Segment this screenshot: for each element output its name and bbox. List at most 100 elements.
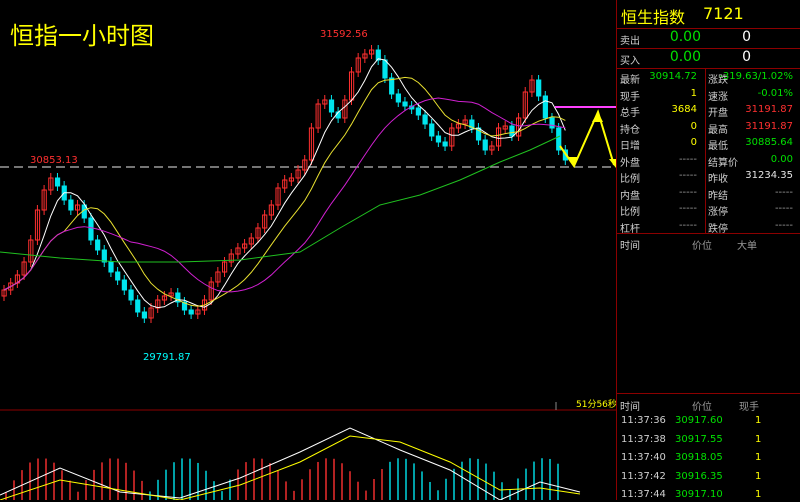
tick-price: 30917.55 <box>675 433 723 445</box>
stats-row: 最新 30914.72 涨跌 -319.63/1.02% <box>617 68 800 86</box>
chart-title: 恒指一小时图 <box>10 22 154 50</box>
stat-value: ----- <box>678 219 697 231</box>
sell-qty: 0 <box>742 29 751 45</box>
ma-line <box>3 97 566 293</box>
candle-body <box>101 249 107 263</box>
sell-label: 卖出 <box>620 36 640 47</box>
quote-panel: 恒生指数 7121 卖出 0.00 0 买入 0.00 0 最新 30914.72… <box>616 0 800 500</box>
candle-body <box>435 135 442 143</box>
sell-price: 0.00 <box>669 29 701 45</box>
candle-body <box>442 141 448 147</box>
candle-body <box>128 289 134 301</box>
candle-body <box>135 299 141 313</box>
candle-body <box>68 199 74 211</box>
tick-time-header: 时间 <box>620 402 640 413</box>
candle-body <box>141 311 148 319</box>
candle-body <box>415 107 422 116</box>
tick-row[interactable]: 11:37:42 30916.35 1 <box>617 469 800 484</box>
tick-vol: 1 <box>755 452 762 463</box>
candle-body <box>395 93 401 103</box>
candle-body <box>509 125 515 137</box>
tick-time: 11:37:36 <box>621 415 666 426</box>
candle-body <box>429 123 435 137</box>
sell-row[interactable]: 卖出 0.00 0 <box>617 28 800 48</box>
stat-value: 30885.64 <box>745 137 793 148</box>
big-order-price-header: 价位 <box>692 241 712 252</box>
macd-dea-line <box>0 435 581 500</box>
buy-label: 买入 <box>620 56 640 67</box>
candle-body <box>95 239 101 251</box>
stat-value: ----- <box>678 153 697 165</box>
stat-value: 30914.72 <box>649 71 697 82</box>
timer-label: 51分56秒 <box>576 398 616 410</box>
stat-value: ----- <box>774 203 793 214</box>
stat-value: 31191.87 <box>745 120 793 132</box>
stat-value: ----- <box>774 186 793 198</box>
low-label: 29791.87 <box>143 352 191 363</box>
tick-time: 11:37:44 <box>621 489 666 500</box>
stats-row: 外盘 ----- 结算价 0.00 <box>617 151 800 169</box>
buy-price: 0.00 <box>669 49 701 65</box>
stat-value: 1 <box>690 87 697 99</box>
tick-price: 30918.05 <box>675 452 723 463</box>
stat-value: 31191.87 <box>745 104 793 115</box>
stat-value: 0 <box>690 120 697 132</box>
stats-row: 杠杆 ----- 跌停 ----- <box>617 217 800 235</box>
candle-body <box>54 177 61 187</box>
stats-row: 比例 ----- 涨停 ----- <box>617 200 800 218</box>
stats-row: 现手 1 速涨 -0.01% <box>617 85 800 103</box>
instrument-code: 7121 <box>703 4 744 23</box>
tick-time: 11:37:38 <box>621 433 666 445</box>
stat-value: 3684 <box>671 104 697 115</box>
stat-value: 31234.35 <box>745 170 793 181</box>
stats-row: 内盘 ----- 昨结 ----- <box>617 184 800 202</box>
candle-body <box>482 139 488 151</box>
candlestick-chart[interactable]: 恒指一小时图 31592.56 29791.87 30853.13 51分56秒 <box>0 0 616 500</box>
buy-row[interactable]: 买入 0.00 0 <box>617 48 800 68</box>
stat-value: -319.63/1.02% <box>719 71 793 82</box>
tick-vol: 1 <box>755 489 762 500</box>
tick-vol: 1 <box>755 433 762 445</box>
tick-price-header: 价位 <box>692 402 712 413</box>
tick-time: 11:37:42 <box>621 470 666 482</box>
stat-value: 0.00 <box>770 153 793 165</box>
stats-row: 持仓 0 最高 31191.87 <box>617 118 800 136</box>
candle-body <box>188 309 194 315</box>
candle-body <box>549 117 555 129</box>
high-label: 31592.56 <box>320 29 368 40</box>
stat-value: ----- <box>678 186 697 198</box>
instrument-title: 恒生指数 7121 <box>617 0 800 28</box>
big-order-header: 时间 价位 大单 <box>617 234 800 252</box>
candles-group <box>1 45 569 323</box>
arrow-head-up <box>592 112 603 122</box>
candle-body <box>542 95 548 119</box>
big-order-time-header: 时间 <box>620 241 640 252</box>
candle-body <box>121 279 127 291</box>
tick-row[interactable]: 11:37:38 30917.55 1 <box>617 432 800 447</box>
stat-value: -0.01% <box>757 87 793 99</box>
buy-qty: 0 <box>742 49 751 65</box>
stats-row: 比例 ----- 昨收 31234.35 <box>617 167 800 185</box>
stat-value: ----- <box>678 203 697 214</box>
left-high-label: 30853.13 <box>30 155 78 166</box>
candle-body <box>108 261 114 273</box>
big-order-vol-header: 大单 <box>737 241 757 252</box>
stats-row: 总手 3684 开盘 31191.87 <box>617 101 800 119</box>
instrument-name: 恒生指数 <box>621 8 686 27</box>
candle-body <box>402 101 408 107</box>
tick-vol-header: 现手 <box>739 402 759 413</box>
tick-vol: 1 <box>755 415 762 426</box>
stat-value: 0 <box>690 137 697 148</box>
tick-time: 11:37:40 <box>621 452 666 463</box>
candle-body <box>422 114 428 125</box>
volume-macd-group <box>0 427 581 500</box>
tick-price: 30917.10 <box>675 489 723 500</box>
candle-body <box>115 271 121 281</box>
candle-body <box>389 77 395 95</box>
candle-body <box>88 217 94 241</box>
tick-vol: 1 <box>755 470 762 482</box>
tick-price: 30916.35 <box>675 470 723 482</box>
tick-row[interactable]: 11:37:40 30918.05 1 <box>617 450 800 465</box>
stat-value: ----- <box>774 219 793 231</box>
tick-row[interactable]: 11:37:36 30917.60 1 <box>617 413 800 428</box>
